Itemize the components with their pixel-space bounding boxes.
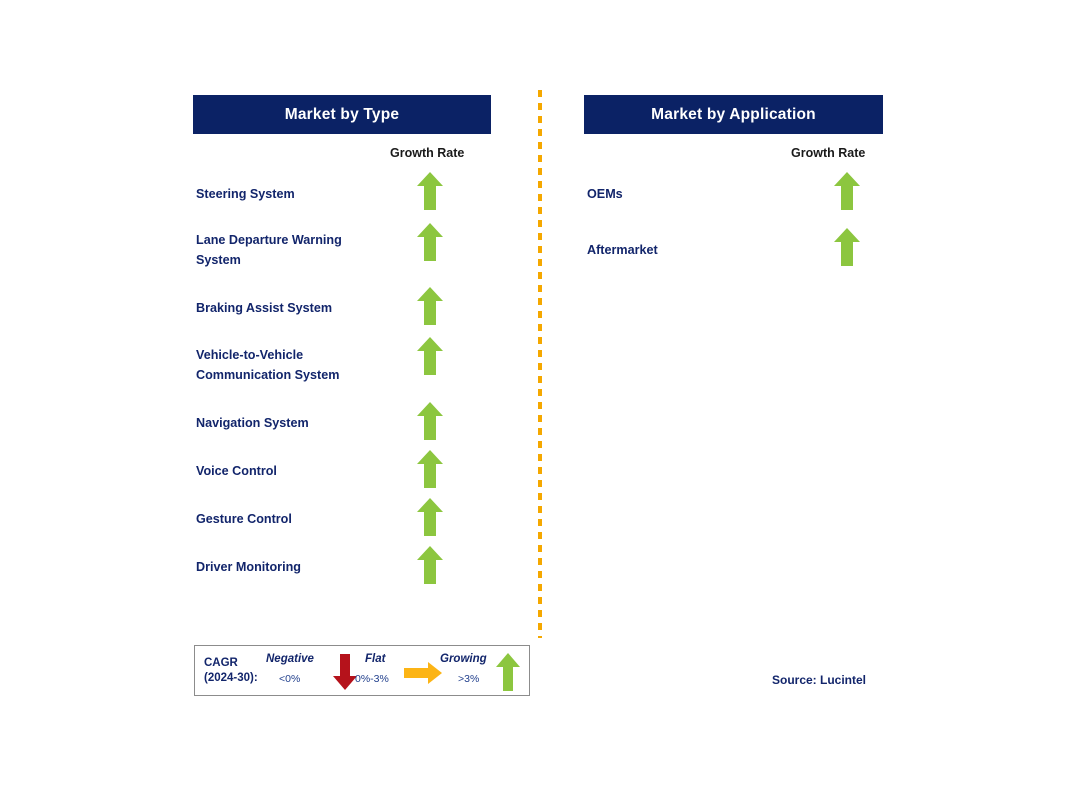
segment-label-braking-assist-system: Braking Assist System — [196, 301, 333, 315]
segment-label-navigation-system: Navigation System — [196, 416, 309, 430]
growth-arrow-steering-system — [416, 171, 444, 211]
arrow-up-icon — [417, 337, 443, 375]
segment-label-aftermarket: Aftermarket — [587, 243, 658, 257]
legend-icon-flat — [403, 661, 443, 685]
growth-rate-column-caption-application: Growth Rate — [791, 146, 866, 160]
arrow-up-icon — [496, 653, 520, 691]
arrow-up-icon — [417, 172, 443, 210]
panel-divider-dashed-line — [538, 90, 542, 638]
infographic-canvas: Market by Type Growth Rate Steering Syst… — [0, 0, 1069, 792]
legend-range-growing: >3% — [458, 673, 480, 685]
arrow-up-icon — [417, 546, 443, 584]
growth-arrow-gesture-control — [416, 497, 444, 537]
arrow-up-icon — [834, 228, 860, 266]
legend-range-flat: 0%-3% — [355, 673, 389, 685]
arrow-up-icon — [417, 223, 443, 261]
growth-rate-column-caption-type: Growth Rate — [390, 146, 465, 160]
arrow-up-icon — [417, 498, 443, 536]
panel-header-market-by-type: Market by Type — [193, 95, 491, 134]
legend-term-growing: Growing — [440, 653, 487, 665]
arrow-up-icon — [417, 402, 443, 440]
segment-label-vehicle-to-vehicle-communication-system: Vehicle-to-Vehicle Communication System — [196, 348, 340, 382]
arrow-up-icon — [417, 450, 443, 488]
legend-cagr-title: CAGR (2024-30): — [204, 657, 258, 684]
segment-label-lane-departure-warning-system: Lane Departure Warning System — [196, 233, 342, 267]
arrow-down-icon — [333, 654, 357, 690]
growth-arrow-braking-assist-system — [416, 286, 444, 326]
growth-arrow-lane-departure-warning-system — [416, 222, 444, 262]
segment-label-gesture-control: Gesture Control — [196, 512, 292, 526]
segment-label-oems: OEMs — [587, 187, 623, 201]
growth-arrow-vehicle-to-vehicle-communication-system — [416, 336, 444, 376]
growth-arrow-oems — [833, 171, 861, 211]
growth-arrow-driver-monitoring — [416, 545, 444, 585]
legend-range-negative: <0% — [279, 673, 301, 685]
legend-icon-growing — [495, 652, 521, 692]
arrow-up-icon — [834, 172, 860, 210]
arrow-right-icon — [404, 662, 442, 684]
segment-label-steering-system: Steering System — [196, 187, 295, 201]
segment-label-voice-control: Voice Control — [196, 464, 277, 478]
legend-term-flat: Flat — [365, 653, 386, 665]
panel-title-market-by-application: Market by Application — [651, 105, 816, 123]
growth-arrow-navigation-system — [416, 401, 444, 441]
legend-term-negative: Negative — [266, 653, 314, 665]
growth-arrow-aftermarket — [833, 227, 861, 267]
source-note: Source: Lucintel — [772, 673, 867, 687]
arrow-up-icon — [417, 287, 443, 325]
growth-arrow-voice-control — [416, 449, 444, 489]
segment-label-driver-monitoring: Driver Monitoring — [196, 560, 301, 574]
cagr-legend: CAGR (2024-30): Negative <0% Flat 0%-3% … — [194, 645, 530, 696]
panel-title-market-by-type: Market by Type — [284, 105, 400, 123]
panel-header-market-by-application: Market by Application — [584, 95, 883, 134]
legend-icon-negative — [332, 653, 358, 691]
